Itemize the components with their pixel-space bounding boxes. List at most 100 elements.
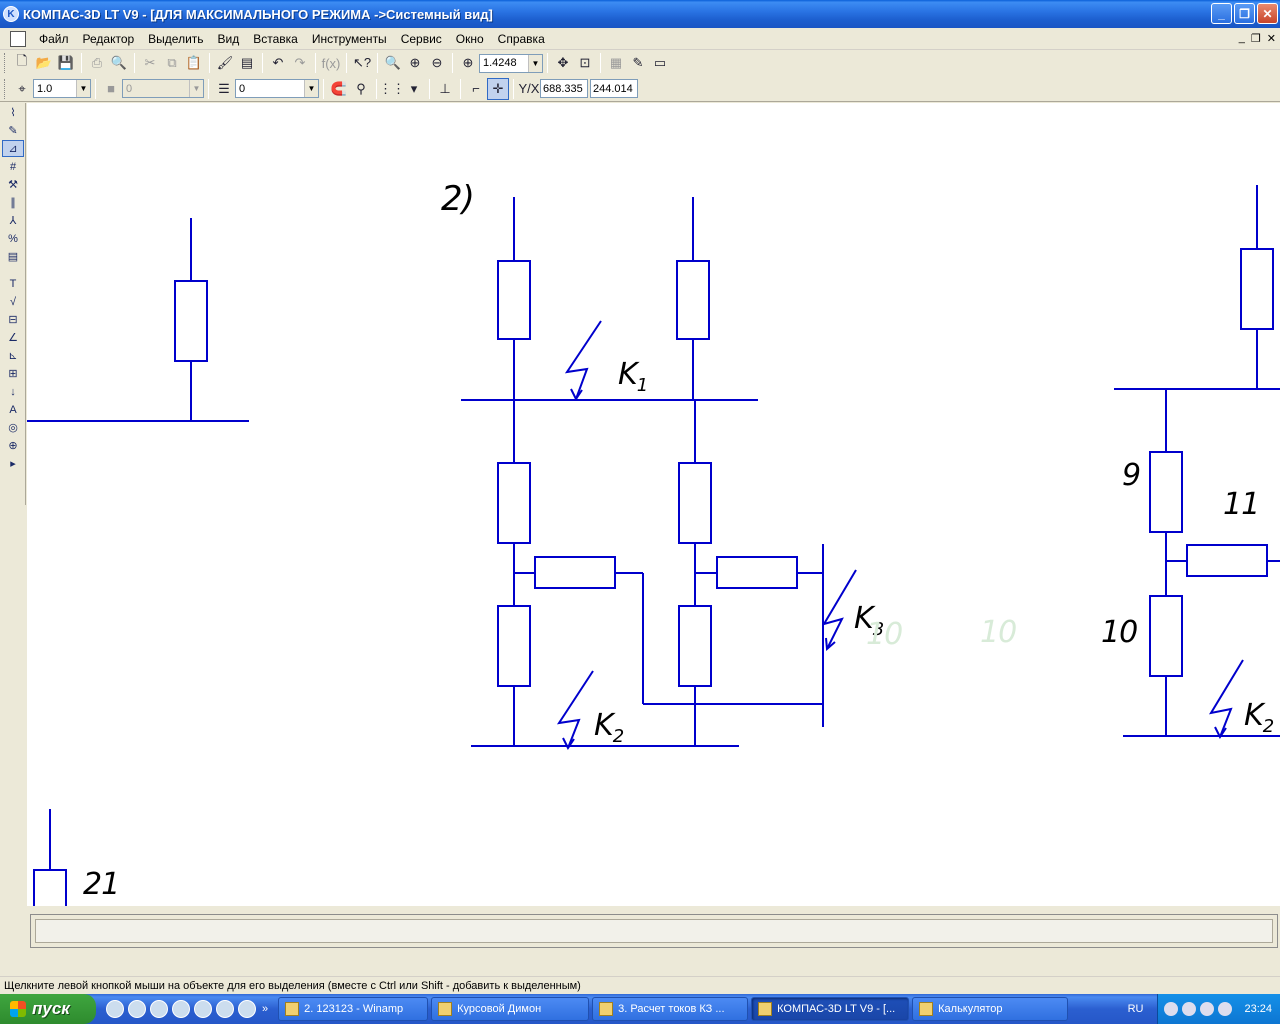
media-icon[interactable]: [150, 1000, 168, 1018]
menu-window[interactable]: Окно: [449, 32, 491, 46]
task-calculator[interactable]: Калькулятор: [912, 997, 1069, 1021]
leader-icon[interactable]: ∠: [2, 329, 24, 346]
zoom-out-icon[interactable]: ⊖: [426, 52, 448, 74]
horizontal-scroll-area[interactable]: [0, 906, 1280, 914]
menu-select[interactable]: Выделить: [141, 32, 210, 46]
grid-icon[interactable]: ⋮⋮: [379, 78, 405, 100]
tray-volume-icon[interactable]: [1200, 1002, 1215, 1016]
resistor-left-top[interactable]: [174, 218, 208, 421]
ortho-icon[interactable]: ⌐: [465, 78, 487, 100]
point-icon[interactable]: ✎: [2, 122, 24, 139]
resistor-10[interactable]: [1149, 595, 1183, 677]
round-coords-icon[interactable]: ✛: [487, 77, 509, 100]
new-file-icon[interactable]: 🗋: [11, 52, 33, 74]
resistor-7[interactable]: [716, 556, 798, 589]
maximize-button[interactable]: ❐: [1234, 3, 1255, 24]
mdi-restore-icon[interactable]: ❐: [1251, 32, 1261, 45]
resistor-1[interactable]: [497, 260, 531, 340]
tray-security-icon[interactable]: [1218, 1002, 1233, 1016]
menu-view[interactable]: Вид: [211, 32, 247, 46]
local-snap-icon[interactable]: ⚲: [350, 78, 372, 100]
menu-service[interactable]: Сервис: [394, 32, 449, 46]
network-icon[interactable]: [238, 1000, 256, 1018]
parallel-icon[interactable]: ∥: [2, 194, 24, 211]
layers-icon[interactable]: ☰: [213, 78, 235, 100]
roughness-icon[interactable]: √: [2, 293, 24, 310]
task-winamp[interactable]: 2. 123123 - Winamp: [278, 997, 429, 1021]
kompas-icon[interactable]: [172, 1000, 190, 1018]
grid-dropdown-icon[interactable]: ▾: [403, 78, 425, 100]
chevron-down-icon[interactable]: ▼: [189, 80, 203, 97]
tray-arrow-icon[interactable]: [1164, 1002, 1179, 1016]
icq-icon[interactable]: [216, 1000, 234, 1018]
local-cs-icon[interactable]: ⊥: [434, 78, 456, 100]
redo-icon[interactable]: ↷: [289, 52, 311, 74]
menu-help[interactable]: Справка: [491, 32, 552, 46]
opera-icon[interactable]: [194, 1000, 212, 1018]
view-arrow-icon[interactable]: ↓: [2, 383, 24, 400]
resistor-4[interactable]: [534, 556, 616, 589]
zoom-in-icon[interactable]: ⊕: [404, 52, 426, 74]
manager-icon[interactable]: ▦: [605, 52, 627, 74]
coord-x-field[interactable]: 688.335: [540, 79, 588, 98]
print-icon[interactable]: ⎙: [86, 52, 108, 74]
dimensions-icon[interactable]: ⊿: [2, 140, 24, 157]
edit-tools-icon[interactable]: ✎: [627, 52, 649, 74]
resistor-21[interactable]: [33, 869, 67, 906]
toolbar-grip[interactable]: [4, 78, 7, 99]
text-icon[interactable]: T: [2, 275, 24, 292]
position-icon[interactable]: ⊾: [2, 347, 24, 364]
resistor-right-top[interactable]: [1240, 248, 1274, 330]
grid-points-icon[interactable]: #: [2, 158, 24, 175]
resistor-5[interactable]: [497, 605, 531, 687]
format-painter-icon[interactable]: 🖌: [214, 52, 236, 74]
menu-insert[interactable]: Вставка: [246, 32, 305, 46]
copy-icon[interactable]: ⧉: [161, 52, 183, 74]
view-combo[interactable]: 0 ▼: [122, 79, 204, 98]
snap-magnet-icon[interactable]: 🧲: [328, 78, 350, 100]
menu-file[interactable]: Файл: [32, 32, 76, 46]
task-word[interactable]: 3. Расчет токов КЗ ...: [592, 997, 749, 1021]
step-combo[interactable]: 1.0 ▼: [33, 79, 91, 98]
start-button[interactable]: пуск: [0, 994, 96, 1024]
view-state-icon[interactable]: ■: [100, 78, 122, 100]
properties-icon[interactable]: ▤: [236, 52, 258, 74]
quick-launch-more[interactable]: »: [262, 1003, 268, 1015]
cut-icon[interactable]: ✂: [139, 52, 161, 74]
geometry-icon[interactable]: ⌇: [2, 104, 24, 121]
table-icon[interactable]: ▤: [2, 248, 24, 265]
base-icon[interactable]: ⊟: [2, 311, 24, 328]
frame-icon[interactable]: ⊞: [2, 365, 24, 382]
tray-network-icon[interactable]: [1182, 1002, 1197, 1016]
chevron-down-icon[interactable]: ▼: [76, 80, 90, 97]
task-folder[interactable]: Курсовой Димон: [431, 997, 590, 1021]
pan-icon[interactable]: ✥: [552, 52, 574, 74]
menu-edit[interactable]: Редактор: [76, 32, 142, 46]
zoom-scale-icon[interactable]: ⊕: [457, 52, 479, 74]
coord-y-field[interactable]: 244.014: [590, 79, 638, 98]
zoom-window-icon[interactable]: 🔍: [382, 52, 404, 74]
resistor-9[interactable]: [1149, 451, 1183, 533]
resistor-11[interactable]: [1186, 544, 1268, 577]
fault-arrow-k1[interactable]: [564, 320, 602, 400]
function-icon[interactable]: f(x): [320, 52, 342, 74]
menu-tools[interactable]: Инструменты: [305, 32, 394, 46]
zoom-combo[interactable]: 1.4248 ▼: [479, 53, 543, 73]
cursor-step-icon[interactable]: ⌖: [11, 78, 33, 100]
percent-icon[interactable]: %: [2, 230, 24, 247]
language-indicator[interactable]: RU: [1128, 1003, 1144, 1015]
task-kompas[interactable]: КОМПАС-3D LT V9 - [...: [751, 997, 910, 1021]
resistor-8[interactable]: [678, 605, 712, 687]
document-icon[interactable]: [10, 30, 26, 47]
more-icon[interactable]: ▸: [2, 455, 24, 472]
mdi-close-icon[interactable]: ✕: [1267, 32, 1276, 45]
open-file-icon[interactable]: 📂: [33, 52, 55, 74]
toolbar-grip[interactable]: [4, 53, 7, 73]
drawing-canvas[interactable]: 2) K1 K2 K3 10 10 9 10 11 K2 21: [27, 103, 1280, 906]
axis-icon[interactable]: ◎: [2, 419, 24, 436]
kompas-app-icon[interactable]: K: [3, 6, 19, 22]
winamp-icon[interactable]: [128, 1000, 146, 1018]
hammer-icon[interactable]: ⚒: [2, 176, 24, 193]
chevron-down-icon[interactable]: ▼: [304, 80, 318, 97]
close-button[interactable]: ✕: [1257, 3, 1278, 24]
